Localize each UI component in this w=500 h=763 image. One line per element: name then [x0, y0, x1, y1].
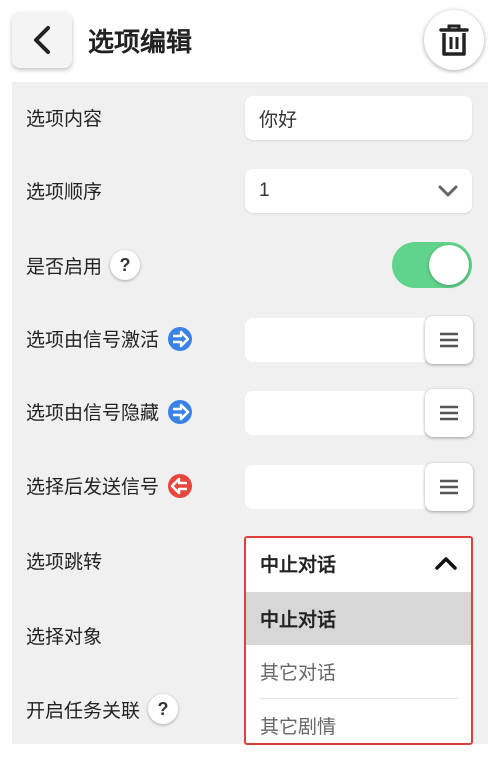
delete-button[interactable]	[424, 10, 484, 70]
option-order-label: 选项顺序	[26, 177, 102, 204]
list-icon	[439, 479, 459, 495]
target-label: 选择对象	[26, 622, 102, 649]
dropdown-option[interactable]: 其它剧情	[246, 699, 471, 743]
jump-dropdown[interactable]: 中止对话 中止对话 其它对话 其它剧情	[244, 536, 473, 745]
option-order-label-text: 选项顺序	[26, 182, 103, 203]
jump-label: 选项跳转	[26, 547, 102, 574]
activate-signal-label: 选项由信号激活	[26, 325, 193, 352]
hide-signal-label-text: 选项由信号隐藏	[26, 403, 160, 424]
signal-in-icon	[167, 326, 193, 352]
enabled-label: 是否启用 ?	[26, 250, 141, 280]
enabled-toggle[interactable]	[392, 242, 472, 288]
activate-signal-input[interactable]	[245, 318, 425, 362]
option-content-input[interactable]: 你好	[245, 96, 472, 140]
help-icon[interactable]: ?	[110, 250, 141, 280]
help-icon[interactable]: ?	[148, 694, 179, 724]
send-signal-list-button[interactable]	[425, 463, 473, 511]
back-button[interactable]	[12, 12, 72, 68]
page-title: 选项编辑	[88, 27, 193, 57]
option-order-value: 1	[259, 180, 270, 201]
hide-signal-label: 选项由信号隐藏	[26, 398, 193, 425]
dropdown-option[interactable]: 其它对话	[246, 645, 471, 698]
jump-dropdown-header[interactable]: 中止对话	[246, 538, 471, 588]
list-icon	[439, 405, 459, 421]
activate-signal-label-text: 选项由信号激活	[26, 330, 160, 351]
option-order-select[interactable]: 1	[245, 169, 472, 213]
signal-out-icon	[167, 473, 193, 499]
hide-signal-list-button[interactable]	[425, 389, 473, 437]
send-signal-label: 选择后发送信号	[26, 472, 193, 499]
enabled-label-text: 是否启用	[26, 256, 103, 278]
chevron-down-icon	[438, 185, 458, 197]
activate-signal-list-button[interactable]	[425, 316, 473, 364]
hide-signal-input[interactable]	[245, 391, 425, 435]
task-link-label-text: 开启任务关联	[26, 700, 141, 722]
send-signal-label-text: 选择后发送信号	[26, 477, 160, 498]
chevron-left-icon	[31, 25, 53, 55]
target-label-text: 选择对象	[26, 627, 103, 648]
option-content-label-text: 选项内容	[26, 109, 103, 130]
jump-selected-value: 中止对话	[260, 554, 337, 576]
option-content-label: 选项内容	[26, 104, 102, 131]
jump-label-text: 选项跳转	[26, 552, 103, 573]
header: 选项编辑	[0, 0, 500, 80]
dropdown-option[interactable]: 中止对话	[246, 592, 471, 645]
toggle-knob	[429, 245, 469, 285]
signal-in-icon	[167, 399, 193, 425]
chevron-up-icon	[435, 556, 457, 570]
trash-icon	[438, 23, 470, 57]
task-link-label: 开启任务关联 ?	[26, 694, 179, 724]
send-signal-input[interactable]	[245, 465, 425, 509]
list-icon	[439, 332, 459, 348]
